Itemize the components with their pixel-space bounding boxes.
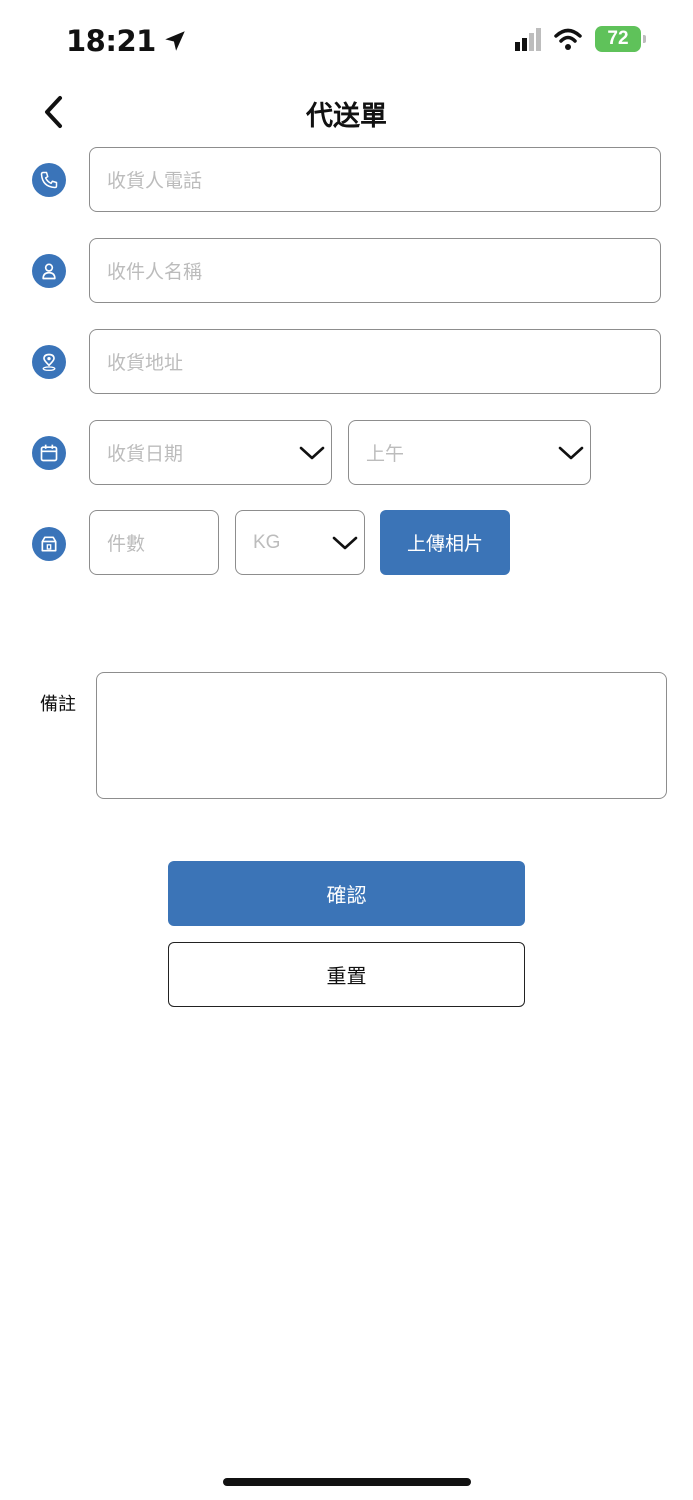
confirm-button[interactable]: 確認 — [168, 861, 525, 926]
quantity-input[interactable]: 件數 — [89, 510, 219, 575]
phone-icon — [32, 163, 66, 197]
chevron-down-icon — [328, 526, 362, 560]
wifi-icon — [554, 28, 582, 50]
time-slot-value: 上午 — [366, 443, 405, 465]
delivery-date-select[interactable]: 收貨日期 — [89, 420, 332, 485]
home-indicator[interactable] — [223, 1478, 471, 1486]
time-slot-select[interactable]: 上午 — [348, 420, 591, 485]
battery-level: 72 — [607, 28, 629, 49]
status-indicators: 72 — [515, 26, 646, 52]
person-icon — [32, 254, 66, 288]
remark-label: 備註 — [40, 694, 76, 715]
delivery-date-value: 收貨日期 — [107, 443, 184, 465]
battery-icon: 72 — [595, 26, 646, 52]
package-icon — [32, 527, 66, 561]
unit-select[interactable]: KG — [235, 510, 365, 575]
location-arrow-icon — [165, 31, 185, 51]
calendar-icon — [32, 436, 66, 470]
recipient-phone-input[interactable]: 收貨人電話 — [89, 147, 661, 212]
delivery-address-input[interactable]: 收貨地址 — [89, 329, 661, 394]
recipient-name-input[interactable]: 收件人名稱 — [89, 238, 661, 303]
reset-button[interactable]: 重置 — [168, 942, 525, 1007]
upload-photo-button[interactable]: 上傳相片 — [380, 510, 510, 575]
chevron-down-icon — [295, 436, 329, 470]
status-time-text: 18:21 — [66, 24, 156, 58]
unit-value: KG — [253, 531, 281, 553]
location-pin-icon — [32, 345, 66, 379]
status-time: 18:21 — [66, 24, 188, 58]
chevron-down-icon — [554, 436, 588, 470]
page-title: 代送單 — [306, 101, 387, 132]
remark-textarea[interactable] — [96, 672, 667, 799]
cellular-signal-icon — [515, 27, 541, 51]
